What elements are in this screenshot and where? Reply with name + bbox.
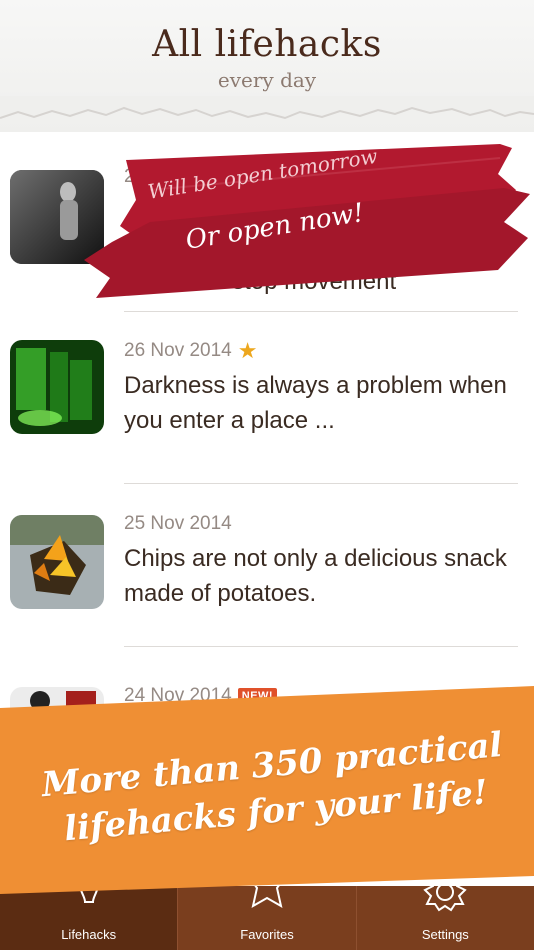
night-vision-photo bbox=[10, 340, 104, 434]
list-item[interactable]: 26 Nov 2014 ★ Darkness is always a probl… bbox=[0, 302, 534, 484]
page-title: All lifehacks bbox=[152, 24, 382, 65]
person-in-dark-room-photo bbox=[10, 170, 104, 264]
tab-label: Lifehacks bbox=[61, 927, 117, 942]
tab-label: Settings bbox=[421, 927, 469, 942]
item-summary: on of non-stop movement bbox=[124, 268, 397, 295]
item-date: 26 Nov 2014 ★ bbox=[124, 338, 258, 363]
item-summary: Darkness is always a problem when you en… bbox=[124, 372, 507, 434]
tab-label: Favorites bbox=[240, 927, 294, 942]
list-item[interactable]: 25 Nov 2014 Chips are not only a delicio… bbox=[0, 475, 534, 647]
page-subtitle: every day bbox=[217, 68, 317, 92]
torn-paper-edge bbox=[0, 96, 534, 120]
item-summary: Chips are not only a delicious snack mad… bbox=[124, 545, 507, 607]
burning-chips-photo bbox=[10, 515, 104, 609]
item-date: 25 Nov 2014 bbox=[124, 513, 232, 534]
favorite-star-icon: ★ bbox=[237, 338, 258, 363]
